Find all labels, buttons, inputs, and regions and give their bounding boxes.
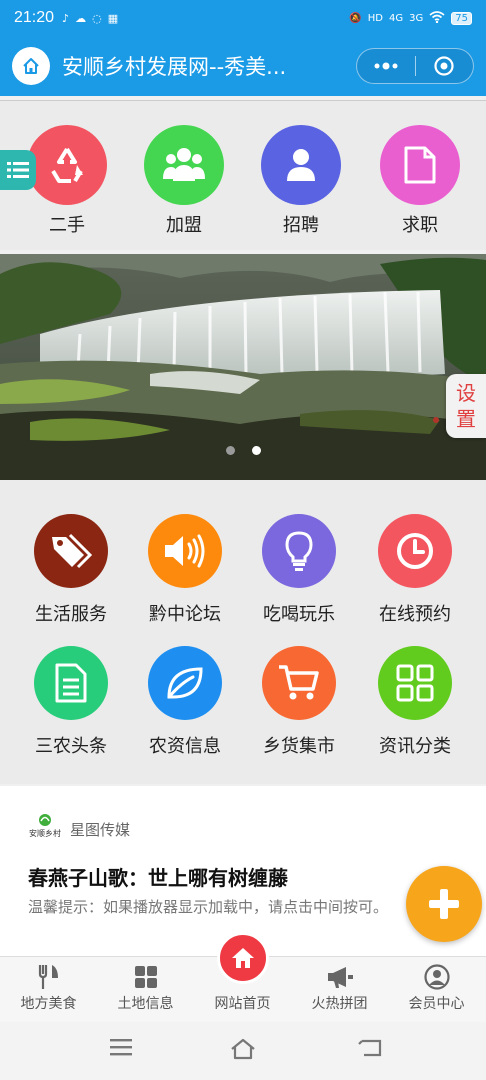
network-hd: HD xyxy=(367,12,384,24)
close-button[interactable] xyxy=(416,55,474,77)
target-circle-icon xyxy=(434,56,454,76)
grid-label: 生活服务 xyxy=(35,604,107,625)
user-circle-icon xyxy=(388,963,485,991)
article-description: 温馨提示：如果播放器显示加载中，请点击中间按可。 xyxy=(28,898,389,916)
grid-sannong[interactable]: 三农头条 xyxy=(11,646,131,758)
grid-label: 资讯分类 xyxy=(379,736,451,757)
wifi-icon xyxy=(429,10,445,26)
more-dots-icon xyxy=(374,62,398,70)
grid-icon xyxy=(378,646,452,720)
system-home-button[interactable] xyxy=(230,1038,256,1064)
page-title: 安顺乡村发展网--秀美... xyxy=(62,55,287,79)
grid-label: 农资信息 xyxy=(149,736,221,757)
system-nav-bar xyxy=(0,1022,486,1080)
network-3g: 3G xyxy=(409,12,424,24)
lightbulb-icon xyxy=(262,514,336,588)
grid-xianghuo[interactable]: 乡货集市 xyxy=(239,646,359,758)
tab-label: 网站首页 xyxy=(214,996,271,1012)
tab-group-buy[interactable]: 火热拼团 xyxy=(291,963,388,1013)
category-qiuzhi[interactable]: 求职 xyxy=(365,125,475,237)
back-button[interactable] xyxy=(358,1038,382,1062)
tags-icon xyxy=(34,514,108,588)
grid-label: 吃喝玩乐 xyxy=(263,604,335,625)
document-icon xyxy=(380,125,460,205)
leaf-icon xyxy=(148,646,222,720)
side-menu-tab[interactable] xyxy=(0,150,36,190)
home-tab-button[interactable] xyxy=(217,932,269,984)
category-label: 二手 xyxy=(49,215,85,236)
category-zhaopin[interactable]: 招聘 xyxy=(246,125,356,237)
menu-button[interactable] xyxy=(110,1038,132,1060)
grid-zixun[interactable]: 资讯分类 xyxy=(355,646,475,758)
tab-label: 土地信息 xyxy=(117,996,174,1012)
tab-land[interactable]: 土地信息 xyxy=(97,963,194,1013)
recycle-icon xyxy=(27,125,107,205)
service-grid: 生活服务 黔中论坛 吃喝玩乐 在线预约 三农头条 农资信息 乡货集市 资讯分类 xyxy=(0,480,486,784)
calendar-icon: ▦ xyxy=(107,11,119,25)
grid-label: 乡货集市 xyxy=(263,736,335,757)
status-bar: 21:20 ♪ ☁ ◌ ▦ 🔕 HD 4G 3G 75 xyxy=(0,0,486,36)
cart-icon xyxy=(262,646,336,720)
status-indicators: 🔕 HD 4G 3G 75 xyxy=(349,10,472,26)
battery-level: 75 xyxy=(451,11,472,25)
group-icon xyxy=(144,125,224,205)
carousel-dot[interactable] xyxy=(226,446,235,455)
back-icon xyxy=(358,1039,382,1057)
home-icon xyxy=(232,948,254,968)
utensils-icon xyxy=(0,963,97,991)
tiktok-icon: ♪ xyxy=(62,11,70,25)
mini-program-capsule xyxy=(356,48,474,84)
home-outline-icon xyxy=(231,1038,255,1060)
grid-luntan[interactable]: 黔中论坛 xyxy=(125,514,245,626)
category-label: 求职 xyxy=(402,215,438,236)
document-icon xyxy=(34,646,108,720)
network-4g: 4G xyxy=(389,12,404,24)
category-label: 加盟 xyxy=(166,215,202,236)
settings-tab[interactable]: 设置 xyxy=(446,374,486,438)
menu-icon xyxy=(110,1039,132,1056)
grid-label: 黔中论坛 xyxy=(149,604,221,625)
waterfall-photo xyxy=(0,254,486,480)
home-button[interactable] xyxy=(12,47,50,85)
category-jiameng[interactable]: 加盟 xyxy=(129,125,239,237)
article-card[interactable]: 安顺乡村 星图传媒 春燕子山歌：世上哪有树缠藤 温馨提示：如果播放器显示加载中，… xyxy=(0,786,486,956)
grid-label: 三农头条 xyxy=(35,736,107,757)
home-icon xyxy=(23,58,39,74)
carousel-dot-active[interactable] xyxy=(252,446,261,455)
status-time: 21:20 xyxy=(14,9,55,26)
megaphone-icon xyxy=(291,963,388,991)
grid-nongzi[interactable]: 农资信息 xyxy=(125,646,245,758)
source-logo: 安顺乡村 xyxy=(28,812,62,842)
source-name: 星图传媒 xyxy=(70,821,131,839)
grid-icon xyxy=(97,963,194,991)
person-icon xyxy=(261,125,341,205)
grid-label: 在线预约 xyxy=(379,604,451,625)
wifi-call-icon: ◌ xyxy=(92,11,102,25)
tab-label: 火热拼团 xyxy=(311,996,368,1012)
tab-member[interactable]: 会员中心 xyxy=(388,963,485,1013)
settings-label: 设置 xyxy=(456,381,476,431)
cloud-icon: ☁ xyxy=(75,11,87,25)
speaker-icon xyxy=(148,514,222,588)
banner-carousel[interactable] xyxy=(0,254,486,480)
tab-label: 会员中心 xyxy=(408,996,465,1012)
grid-yuyue[interactable]: 在线预约 xyxy=(355,514,475,626)
more-button[interactable] xyxy=(357,62,415,70)
category-label: 招聘 xyxy=(283,215,319,236)
tab-label: 地方美食 xyxy=(20,996,77,1012)
mute-icon: 🔕 xyxy=(349,12,362,24)
plus-icon xyxy=(429,889,459,919)
list-icon xyxy=(7,162,29,178)
nav-bar: 安顺乡村发展网--秀美... xyxy=(0,36,486,96)
svg-text:安顺乡村: 安顺乡村 xyxy=(29,828,61,838)
article-title[interactable]: 春燕子山歌：世上哪有树缠藤 xyxy=(28,862,288,891)
top-category-row: 二手 加盟 招聘 求职 xyxy=(0,100,486,250)
clock-icon xyxy=(378,514,452,588)
add-button[interactable] xyxy=(406,866,482,942)
grid-chihe[interactable]: 吃喝玩乐 xyxy=(239,514,359,626)
tab-food[interactable]: 地方美食 xyxy=(0,963,97,1013)
grid-shenghuo[interactable]: 生活服务 xyxy=(11,514,131,626)
